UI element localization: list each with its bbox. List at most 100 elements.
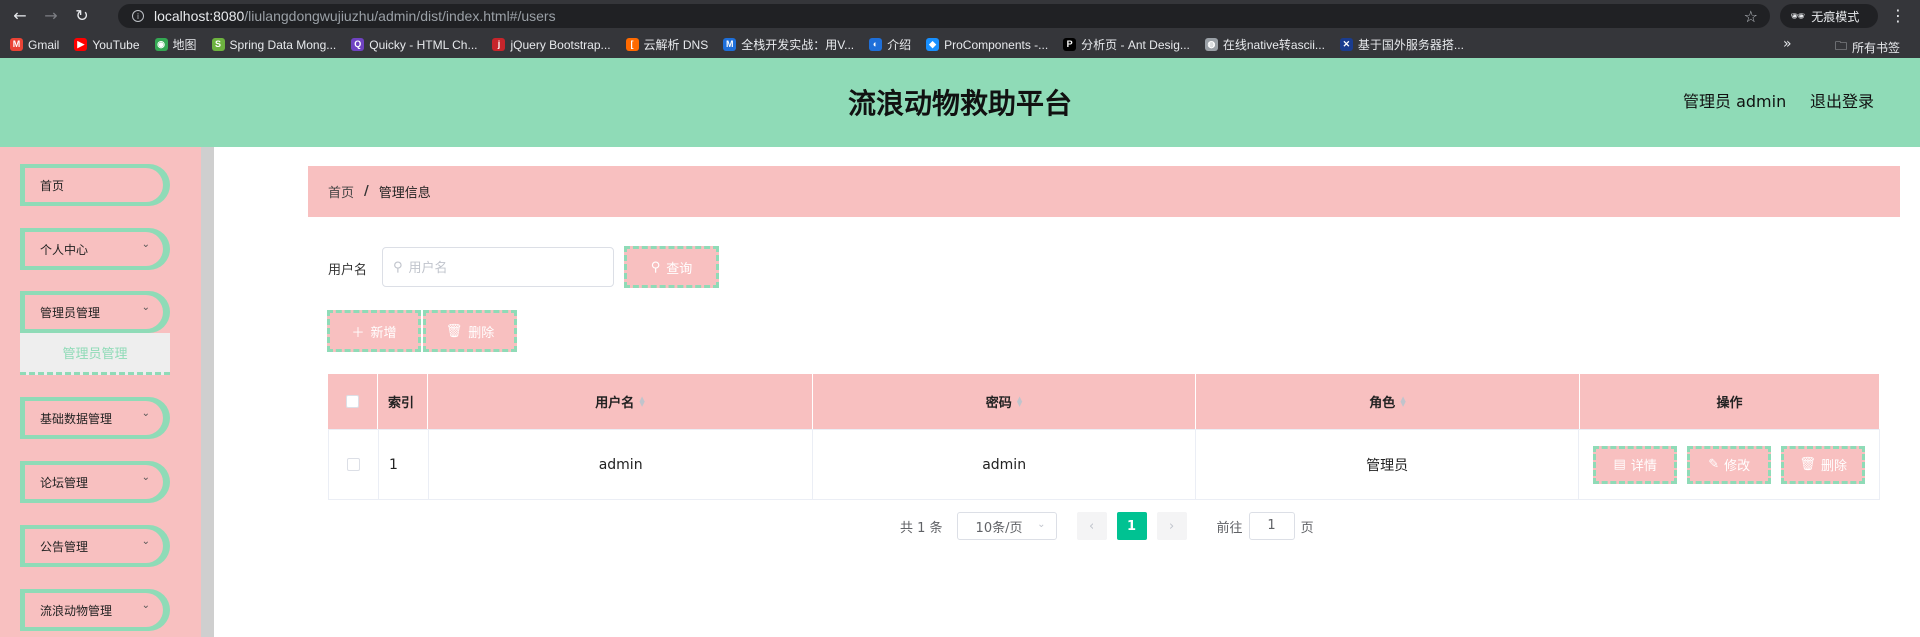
pencil-icon: ✎: [1708, 457, 1720, 472]
next-page-button[interactable]: ›: [1156, 512, 1187, 540]
bookmark-item[interactable]: M 全栈开发实战：用V...: [723, 36, 854, 53]
bookmark-item[interactable]: S Spring Data Mong...: [211, 38, 336, 52]
table-row: 1 admin admin 管理员 ▤ 详情 ✎ 修改 🗑 删除: [328, 430, 1880, 500]
bookmark-item[interactable]: ◉ 地图: [154, 36, 197, 53]
header-password[interactable]: 密码 ▲ ▼: [813, 374, 1196, 429]
sidebar-item-basic-data[interactable]: 基础数据管理 ⌄: [20, 397, 170, 439]
row-delete-label: 删除: [1820, 459, 1847, 474]
bookmark-favicon-icon: ◉: [154, 38, 168, 51]
breadcrumb: 首页 / 管理信息: [308, 166, 1900, 217]
bookmark-label: Gmail: [28, 37, 60, 52]
select-all-checkbox[interactable]: [346, 395, 359, 408]
header-role-label: 角色: [1369, 396, 1396, 411]
address-bar[interactable]: i localhost:8080/liulangdongwujiuzhu/adm…: [118, 4, 1770, 28]
bookmark-favicon-icon: P: [1063, 38, 1077, 51]
sidebar-scrollbar[interactable]: [201, 147, 214, 637]
breadcrumb-current: 管理信息: [378, 186, 431, 201]
query-button-label: 查询: [666, 261, 693, 277]
bookmark-label: 在线native转ascii...: [1222, 38, 1325, 52]
bookmark-label: jQuery Bootstrap...: [510, 37, 611, 52]
sidebar-item-notice[interactable]: 公告管理 ⌄: [20, 525, 170, 567]
bookmark-favicon-icon: ◆: [926, 38, 940, 51]
bookmark-label: 云解析 DNS: [643, 38, 709, 52]
bookmark-item[interactable]: M Gmail: [10, 38, 59, 52]
chevron-down-icon: ⌄: [141, 239, 150, 250]
incognito-label: 无痕模式: [1811, 9, 1860, 24]
incognito-badge[interactable]: 🕶 无痕模式: [1780, 4, 1878, 28]
app-title: 流浪动物救助平台: [847, 87, 1072, 120]
header-role[interactable]: 角色 ▲ ▼: [1196, 374, 1580, 429]
goto-label: 前往: [1216, 520, 1243, 536]
forward-icon[interactable]: →: [40, 5, 62, 27]
document-icon: ▤: [1613, 457, 1626, 472]
edit-label: 修改: [1724, 459, 1751, 474]
all-bookmarks[interactable]: 🗀 所有书签: [1835, 37, 1900, 58]
app-header: 流浪动物救助平台 管理员 admin 退出登录: [0, 58, 1920, 147]
delete-button-label: 删除: [468, 325, 495, 341]
chevron-down-icon: ⌄: [141, 302, 150, 313]
page-suffix: 页: [1300, 520, 1314, 536]
bookmark-label: 基于国外服务器搭...: [1357, 38, 1464, 52]
all-bookmarks-label: 所有书签: [1852, 41, 1901, 55]
header-operations: 操作: [1580, 374, 1880, 429]
reload-icon[interactable]: ↻: [71, 5, 93, 27]
bookmark-item[interactable]: [云解析 DNS: [625, 36, 709, 53]
query-button[interactable]: ⚲ 查询: [624, 246, 719, 288]
page-size-select[interactable]: 10条/页 ⌄: [956, 512, 1057, 540]
bookmark-label: 地图: [172, 38, 197, 52]
sort-icon[interactable]: ▲ ▼: [1400, 395, 1405, 407]
add-button-label: 新增: [370, 325, 397, 341]
bookmark-item[interactable]: ✕ 基于国外服务器搭...: [1339, 36, 1464, 53]
admin-label: 管理员 admin: [1683, 92, 1787, 111]
bookmark-favicon-icon: Q: [351, 38, 365, 51]
header-username[interactable]: 用户名 ▲ ▼: [428, 374, 813, 429]
page-size-value: 10条/页: [975, 520, 1023, 536]
sidebar-item-label: 首页: [25, 168, 163, 202]
sidebar-item-home[interactable]: 首页: [20, 164, 170, 206]
prev-page-button[interactable]: ‹: [1076, 512, 1107, 540]
breadcrumb-separator: /: [364, 184, 369, 199]
sort-icon[interactable]: ▲ ▼: [639, 395, 644, 407]
bookmark-item[interactable]: ◍ 在线native转ascii...: [1204, 36, 1325, 53]
search-label: 用户名: [328, 263, 368, 278]
breadcrumb-home[interactable]: 首页: [328, 182, 354, 201]
bookmark-item[interactable]: ◐ 介绍: [869, 36, 911, 53]
search-input[interactable]: [408, 259, 599, 275]
bookmark-favicon-icon: j: [492, 38, 506, 51]
row-checkbox[interactable]: [346, 458, 360, 471]
add-button[interactable]: ＋ 新增: [327, 310, 421, 352]
row-checkbox-cell: [329, 430, 379, 499]
bookmark-star-icon[interactable]: ☆: [1744, 7, 1758, 26]
chevron-down-icon: ⌄: [141, 408, 150, 419]
bookmark-item[interactable]: ▶ YouTube: [74, 38, 140, 52]
sidebar-item-forum[interactable]: 论坛管理 ⌄: [20, 461, 170, 503]
detail-button[interactable]: ▤ 详情: [1593, 445, 1678, 484]
bookmark-item[interactable]: P 分析页 - Ant Desig...: [1063, 36, 1190, 53]
cell-username: admin: [429, 430, 814, 499]
bookmarks-bar: M Gmail ▶ YouTube ◉ 地图 S Spring Data Mong... Q Qu…: [0, 31, 1920, 58]
delete-button[interactable]: 🗑 删除: [423, 310, 517, 352]
bookmark-item[interactable]: ◆ ProComponents -...: [926, 38, 1048, 52]
sidebar-item-profile[interactable]: 个人中心 ⌄: [20, 228, 170, 270]
bookmark-item[interactable]: j jQuery Bootstrap...: [492, 37, 611, 52]
url-host: localhost:8080: [154, 8, 245, 24]
site-info-icon[interactable]: i: [132, 10, 144, 22]
sidebar-item-admin[interactable]: 管理员管理 ⌄: [20, 291, 170, 333]
bookmarks-more-icon[interactable]: »: [1783, 36, 1792, 52]
row-delete-button[interactable]: 🗑 删除: [1781, 445, 1866, 484]
chevron-down-icon: ⌄: [141, 536, 150, 547]
submenu-item-admin-manage[interactable]: 管理员管理: [20, 333, 170, 375]
cell-password: admin: [813, 430, 1196, 499]
sidebar-item-stray-animal[interactable]: 流浪动物管理 ⌄: [20, 589, 170, 631]
bookmark-favicon-icon: S: [211, 38, 225, 51]
goto-page-input[interactable]: 1: [1248, 512, 1295, 540]
logout-button[interactable]: 退出登录: [1810, 88, 1874, 112]
search-field[interactable]: ⚲: [382, 247, 614, 287]
browser-menu-icon[interactable]: ⋮: [1890, 6, 1906, 25]
edit-button[interactable]: ✎ 修改: [1687, 445, 1772, 484]
sort-icon[interactable]: ▲ ▼: [1017, 395, 1022, 407]
page-number-current[interactable]: 1: [1116, 512, 1147, 540]
header-password-label: 密码: [985, 396, 1012, 411]
bookmark-item[interactable]: Q Quicky - HTML Ch...: [351, 38, 477, 52]
back-icon[interactable]: ←: [9, 5, 31, 27]
